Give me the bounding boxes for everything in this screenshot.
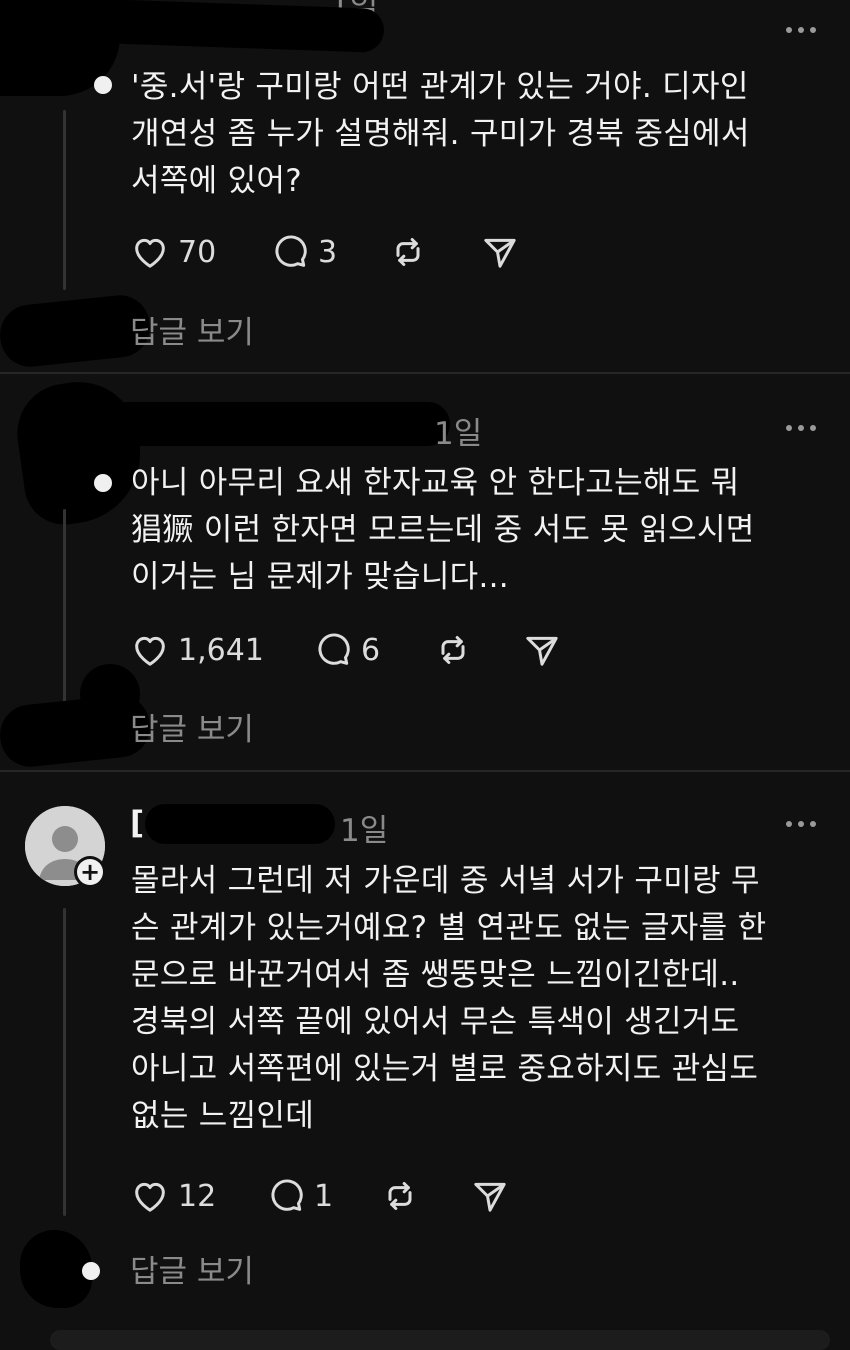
repost-icon — [396, 238, 420, 266]
post-1-body: '중.서'랑 구미랑 어떤 관계가 있는 거야. 디자인 개연성 좀 누가 설명… — [131, 69, 750, 199]
post-1: 1일 '중.서'랑 구미랑 어떤 관계가 있는 거야. 디자인 개연성 좀 누가… — [0, 0, 850, 372]
share-button[interactable] — [470, 1174, 510, 1218]
view-replies-link[interactable]: 답글 보기 — [130, 1246, 254, 1291]
repost-icon — [441, 636, 465, 664]
comment-icon — [271, 1179, 303, 1211]
comment-icon — [318, 633, 350, 665]
heart-icon — [135, 1182, 165, 1212]
redaction — [99, 0, 385, 53]
heart-icon — [135, 238, 165, 268]
view-replies-link[interactable]: 답글 보기 — [130, 704, 254, 749]
thread-line — [63, 110, 66, 290]
redaction — [10, 374, 150, 530]
send-icon — [484, 238, 516, 268]
like-count: 70 — [178, 234, 217, 270]
post-2-date: 1일 — [434, 416, 483, 452]
repost-button[interactable] — [380, 1174, 420, 1218]
comment-button[interactable]: 3 — [270, 230, 337, 274]
more-options-button[interactable] — [786, 819, 816, 829]
redaction — [105, 402, 450, 446]
thread-line — [63, 509, 66, 709]
share-button[interactable] — [480, 230, 520, 274]
follow-button[interactable]: + — [74, 856, 106, 888]
heart-icon — [135, 636, 165, 666]
like-count: 1,641 — [178, 632, 264, 668]
repost-button[interactable] — [433, 628, 473, 672]
avatar-edge — [94, 76, 112, 94]
post-3: + [ 1일 몰라서 그런데 저 가운데 중 서녘 서가 구미랑 무 슨 관계가… — [0, 772, 850, 1336]
post-3-name-prefix: [ — [130, 805, 145, 841]
comment-count: 6 — [361, 632, 381, 668]
reply-avatar-edge — [82, 1262, 100, 1280]
like-button[interactable]: 12 — [130, 1174, 216, 1218]
like-button[interactable]: 1,641 — [130, 628, 264, 672]
redaction — [145, 804, 335, 844]
post-2-body: 아니 아무리 요새 한자교육 안 한다고는해도 뭐 猖獗 이런 한자면 모르는데… — [131, 465, 755, 595]
comment-count: 1 — [314, 1178, 334, 1214]
next-post-edge — [50, 1330, 830, 1350]
more-options-button[interactable] — [786, 423, 816, 433]
comment-button[interactable]: 1 — [266, 1174, 333, 1218]
post-3-body: 몰라서 그런데 저 가운데 중 서녘 서가 구미랑 무 슨 관계가 있는거예요?… — [131, 863, 767, 1134]
comment-count: 3 — [318, 234, 338, 270]
share-button[interactable] — [522, 628, 562, 672]
post-3-date: 1일 — [340, 813, 389, 849]
avatar-edge — [94, 474, 112, 492]
plus-icon: + — [77, 859, 103, 885]
view-replies-link[interactable]: 답글 보기 — [130, 307, 254, 352]
repost-button[interactable] — [388, 230, 428, 274]
like-count: 12 — [178, 1178, 217, 1214]
comment-button[interactable]: 6 — [313, 628, 380, 672]
send-icon — [526, 636, 558, 666]
repost-icon — [388, 1182, 412, 1210]
comment-icon — [275, 235, 307, 267]
thread-line — [63, 908, 66, 1216]
like-button[interactable]: 70 — [130, 230, 216, 274]
more-options-button[interactable] — [786, 25, 816, 35]
post-2: 1일 아니 아무리 요새 한자교육 안 한다고는해도 뭐 猖獗 이런 한자면 모… — [0, 374, 850, 770]
send-icon — [474, 1182, 506, 1212]
